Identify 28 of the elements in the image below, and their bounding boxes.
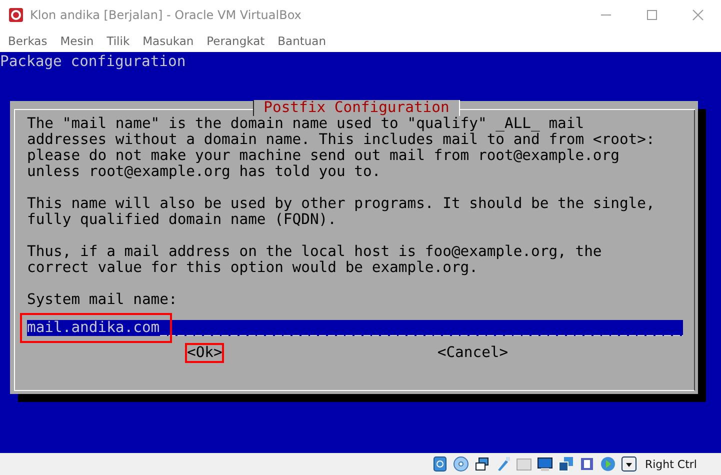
menu-item[interactable]: Masukan (142, 34, 194, 48)
field-label: System mail name: (27, 292, 178, 308)
window-title: Klon andika [Berjalan] - Oracle VM VirtualBox (30, 8, 302, 22)
console-header: Package configuration (0, 52, 187, 70)
menu-item[interactable]: Bantuan (278, 34, 326, 48)
close-icon[interactable] (692, 9, 704, 21)
dialog-text-line: please do not make your machine send out mail from root@example.org (27, 148, 620, 164)
dialog-button[interactable]: <Ok> (185, 343, 224, 363)
host-key-label: Right Ctrl (644, 458, 697, 470)
dialog-text-line: This name will also be used by other programs. It should be the single, (27, 196, 656, 212)
dialog-text-line: addresses without a domain name. This includes mail to and from <root>: (27, 132, 656, 148)
dialog-title: Postfix Configuration (252, 100, 460, 116)
menu-item[interactable]: Tilik (106, 34, 130, 48)
menu-item[interactable]: Mesin (60, 34, 94, 48)
display-icon[interactable] (536, 456, 553, 472)
menu-item[interactable]: Perangkat (206, 34, 265, 48)
menu-item[interactable]: Berkas (8, 34, 48, 48)
cd-icon[interactable] (452, 456, 469, 472)
dialog-button[interactable]: <Cancel> (435, 343, 510, 363)
app-icon (8, 7, 24, 23)
input-field[interactable]: mail.andika.com (27, 320, 683, 336)
folder-icon[interactable] (516, 456, 532, 472)
dialog-text-line: correct value for this option would be example.org. (27, 260, 478, 276)
dialog-text-line: The "mail name" is the domain name used to "qualify" _ALL_ mail (27, 116, 586, 132)
dialog-text-line: unless root@example.org has told you to. (27, 164, 382, 180)
dialog-text-line: fully qualified domain name (FQDN). (27, 212, 338, 228)
maximize-icon[interactable] (646, 9, 658, 21)
dialog-text-line: Thus, if a mail address on the local host is foo@example.org, the (27, 244, 603, 260)
